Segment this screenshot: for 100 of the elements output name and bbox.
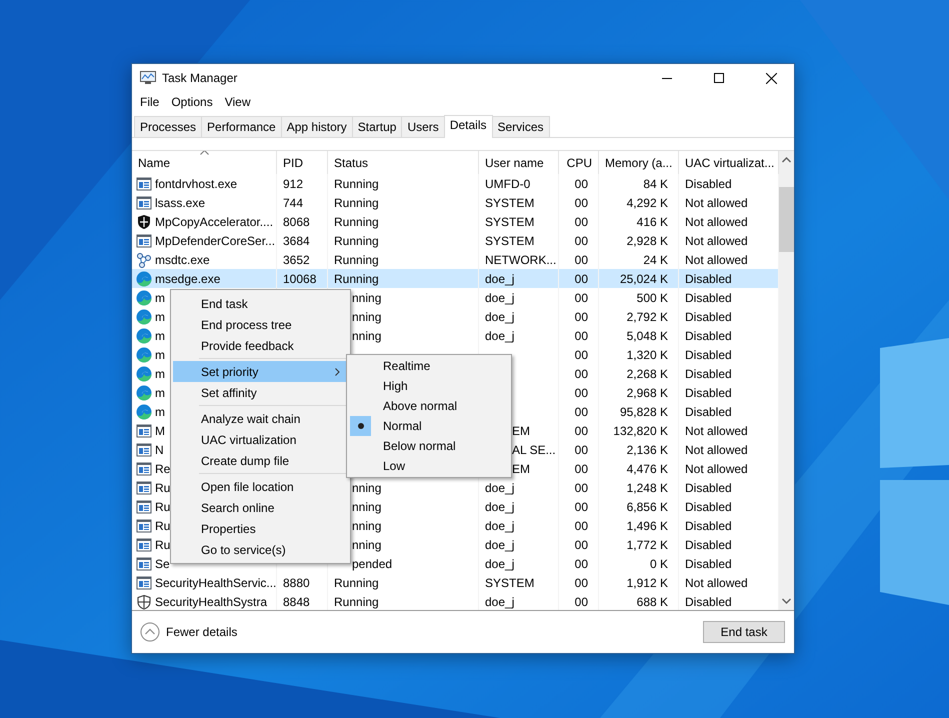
scroll-down-icon[interactable] — [782, 598, 791, 604]
swirl-icon — [136, 328, 152, 344]
table-cell: Ru — [155, 518, 170, 532]
table-cell: Running — [334, 176, 379, 190]
scrollbar[interactable] — [779, 151, 794, 610]
menu-item[interactable]: High — [349, 376, 509, 396]
table-cell: msdtc.exe — [155, 252, 210, 266]
table-cell: Running — [334, 272, 379, 286]
table-cell: 00 — [574, 480, 588, 494]
table-row[interactable]: SecurityHealthServic... 8880 Running SYSTEM 00 1,912 K Not allowed — [132, 573, 779, 592]
tab[interactable]: Services — [492, 116, 550, 137]
menu-item[interactable]: Analyze wait chain — [173, 408, 348, 429]
window-icon — [136, 498, 152, 514]
window-icon — [136, 574, 152, 590]
table-cell: UMFD-0 — [485, 176, 530, 190]
table-cell: 00 — [574, 518, 588, 532]
menu-item[interactable]: Set affinity — [173, 382, 348, 403]
menu-item[interactable]: File — [134, 93, 166, 111]
maximize-icon[interactable] — [714, 73, 724, 83]
table-cell: 00 — [574, 234, 588, 248]
menu-item[interactable]: Above normal — [349, 396, 509, 416]
table-cell: Ru — [155, 538, 170, 552]
table-row[interactable]: MpDefenderCoreSer... 3684 Running SYSTEM 00 2,928 K Not allowed — [132, 231, 779, 250]
window-icon — [136, 480, 152, 496]
menu-item[interactable]: Open file location — [173, 476, 348, 497]
table-row[interactable]: msedge.exe 10068 Running doe_j 00 25,024 K Disabled — [132, 269, 779, 288]
table-cell: 3652 — [283, 252, 310, 266]
menu-item[interactable]: View — [218, 93, 256, 111]
table-row[interactable]: SecurityHealthSystra 8848 Running doe_j 00 688 K Disabled — [132, 592, 779, 610]
window-icon — [136, 556, 152, 572]
table-cell: Disabled — [685, 290, 732, 304]
table-cell: 2,268 K — [626, 366, 668, 380]
scroll-thumb[interactable] — [779, 187, 794, 252]
table-cell: nning — [352, 328, 382, 342]
table-cell: Disabled — [685, 310, 732, 324]
table-cell: MpDefenderCoreSer... — [155, 234, 276, 248]
column-header[interactable]: CPU — [559, 151, 599, 174]
table-cell: 00 — [574, 290, 588, 304]
table-cell: 2,792 K — [626, 310, 668, 324]
tab[interactable]: Performance — [201, 116, 282, 137]
fewer-details-link[interactable]: Fewer details — [166, 625, 697, 639]
bullet-icon — [358, 423, 364, 429]
tab[interactable]: Users — [401, 116, 445, 137]
table-cell: 8068 — [283, 214, 310, 228]
column-header[interactable]: Status — [328, 151, 479, 174]
table-cell: 84 K — [643, 176, 668, 190]
swirl-icon — [136, 290, 152, 306]
menu-item[interactable]: Below normal — [349, 436, 509, 456]
menu-item[interactable]: Normal — [349, 416, 509, 436]
menu-item[interactable]: Search online — [173, 497, 348, 518]
table-row[interactable]: fontdrvhost.exe 912 Running UMFD-0 00 84 K Disabled — [132, 174, 779, 193]
table-cell: 00 — [574, 196, 588, 210]
table-cell: 1,912 K — [626, 576, 668, 590]
table-cell: 25,024 K — [620, 272, 668, 286]
tab[interactable]: Details — [444, 115, 492, 138]
table-cell: nning — [352, 500, 382, 514]
tab[interactable]: Startup — [352, 116, 402, 137]
table-cell: Not allowed — [685, 462, 748, 476]
tab[interactable]: Processes — [134, 116, 202, 137]
column-header[interactable]: Name — [132, 151, 277, 174]
menu-item[interactable]: Realtime — [349, 356, 509, 376]
end-task-button[interactable]: End task — [703, 621, 785, 643]
column-header[interactable]: PID — [277, 151, 328, 174]
table-cell: Disabled — [685, 518, 732, 532]
table-cell: pended — [352, 556, 392, 570]
table-cell: 744 — [283, 196, 304, 210]
table-cell: Disabled — [685, 328, 732, 342]
table-cell: Running — [334, 252, 379, 266]
table-row[interactable]: MpCopyAccelerator.... 8068 Running SYSTEM 00 416 K Not allowed — [132, 212, 779, 231]
shield-icon — [136, 594, 152, 610]
swirl-icon — [136, 346, 152, 362]
scroll-up-icon[interactable] — [782, 157, 791, 163]
table-cell: NETWORK... — [485, 252, 556, 266]
close-icon[interactable] — [766, 72, 776, 84]
column-header[interactable]: User name — [479, 151, 559, 174]
table-cell: 688 K — [636, 594, 668, 608]
table-cell: 00 — [574, 538, 588, 552]
table-cell: EM — [512, 462, 530, 476]
table-cell: doe_j — [485, 538, 514, 552]
table-cell: m — [155, 310, 165, 324]
table-cell: 2,928 K — [626, 234, 668, 248]
tab[interactable]: App history — [280, 116, 353, 137]
collapse-icon[interactable] — [140, 622, 160, 642]
table-cell: 00 — [574, 462, 588, 476]
table-cell: Not allowed — [685, 234, 748, 248]
table-cell: Disabled — [685, 272, 732, 286]
table-cell: 4,292 K — [626, 196, 668, 210]
table-cell: doe_j — [485, 328, 514, 342]
table-cell: Se — [155, 556, 170, 570]
table-cell: N — [155, 442, 164, 456]
table-cell: Running — [334, 196, 379, 210]
menu-item[interactable]: UAC virtualization — [173, 429, 348, 450]
table-cell: Disabled — [685, 386, 732, 400]
column-header[interactable]: Memory (a... — [599, 151, 679, 174]
table-cell: 1,772 K — [626, 538, 668, 552]
menu-item[interactable]: Options — [165, 93, 219, 111]
menu-item[interactable]: Set priority — [173, 361, 348, 382]
menu-item[interactable]: Low — [349, 456, 509, 476]
table-row[interactable]: lsass.exe 744 Running SYSTEM 00 4,292 K Not allowed — [132, 193, 779, 212]
menu-item[interactable]: Create dump file — [173, 450, 348, 471]
